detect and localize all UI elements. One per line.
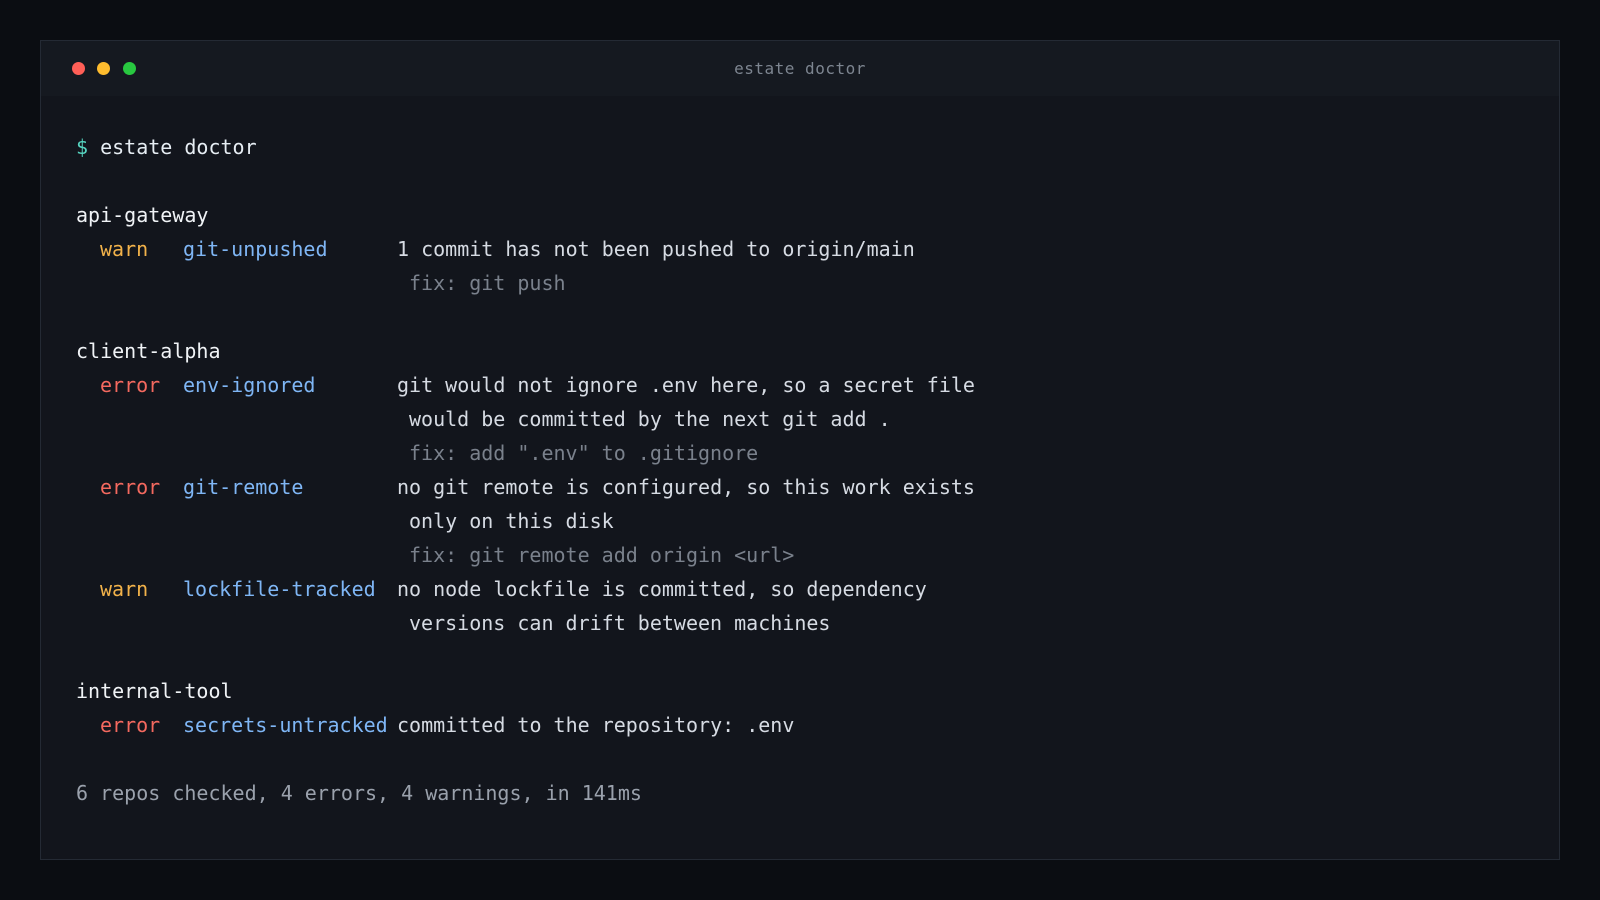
issue-message-continuation: versions can drift between machines — [76, 606, 1539, 640]
issue-message: no node lockfile is committed, so depend… — [397, 577, 927, 601]
repo-results: api-gateway warn git-unpushed 1 commit has … — [76, 198, 1539, 776]
command-text: estate doctor — [100, 135, 257, 159]
issue-row: warn lockfile-tracked no node lockfile is … — [76, 572, 1539, 606]
issue-row: warn git-unpushed 1 commit has not been pu… — [76, 232, 1539, 266]
issue-row: error secrets-untracked committed to the r… — [76, 708, 1539, 742]
title-bar: estate doctor — [41, 41, 1559, 96]
repo-name: client-alpha — [76, 339, 221, 363]
terminal-output[interactable]: $ estate doctor api-gateway warn git-unpus… — [76, 96, 1539, 810]
command-line: $ estate doctor — [76, 130, 1539, 164]
fix-text: fix: git remote add origin <url> — [409, 543, 795, 567]
issue-message-continuation: would be committed by the next git add . — [76, 402, 1539, 436]
severity-label: warn — [100, 577, 149, 601]
severity-label: error — [100, 475, 161, 499]
repo-name: internal-tool — [76, 679, 233, 703]
repo-name: api-gateway — [76, 203, 209, 227]
issue-message: 1 commit has not been pushed to origin/m… — [397, 237, 915, 261]
terminal-window: estate doctor $ estate doctor api-gatewa… — [40, 40, 1560, 860]
fix-hint: fix: git push — [76, 266, 1539, 300]
issue-message-continuation: only on this disk — [76, 504, 1539, 538]
issue-message: no git remote is configured, so this wor… — [397, 475, 975, 499]
issue-row: error git-remote no git remote is configur… — [76, 470, 1539, 504]
summary-line: 6 repos checked, 4 errors, 4 warnings, i… — [76, 781, 642, 805]
continuation-text: would be committed by the next git add . — [409, 407, 891, 431]
fix-hint: fix: git remote add origin <url> — [76, 538, 1539, 572]
continuation-text: only on this disk — [409, 509, 614, 533]
window-title: estate doctor — [734, 59, 866, 78]
check-name: secrets-untracked — [183, 713, 388, 737]
severity-label: error — [100, 373, 161, 397]
check-name: git-unpushed — [183, 237, 328, 261]
fix-hint: fix: add ".env" to .gitignore — [76, 436, 1539, 470]
fix-text: fix: add ".env" to .gitignore — [409, 441, 759, 465]
check-name: git-remote — [183, 475, 304, 499]
check-name: lockfile-tracked — [183, 577, 376, 601]
severity-label: warn — [100, 237, 149, 261]
check-name: env-ignored — [183, 373, 316, 397]
prompt-symbol: $ — [76, 135, 89, 159]
issue-message: committed to the repository: .env — [397, 713, 795, 737]
issue-row: error env-ignored git would not ignore .en… — [76, 368, 1539, 402]
continuation-text: versions can drift between machines — [409, 611, 831, 635]
fix-text: fix: git push — [409, 271, 566, 295]
issue-message: git would not ignore .env here, so a sec… — [397, 373, 975, 397]
severity-label: error — [100, 713, 161, 737]
